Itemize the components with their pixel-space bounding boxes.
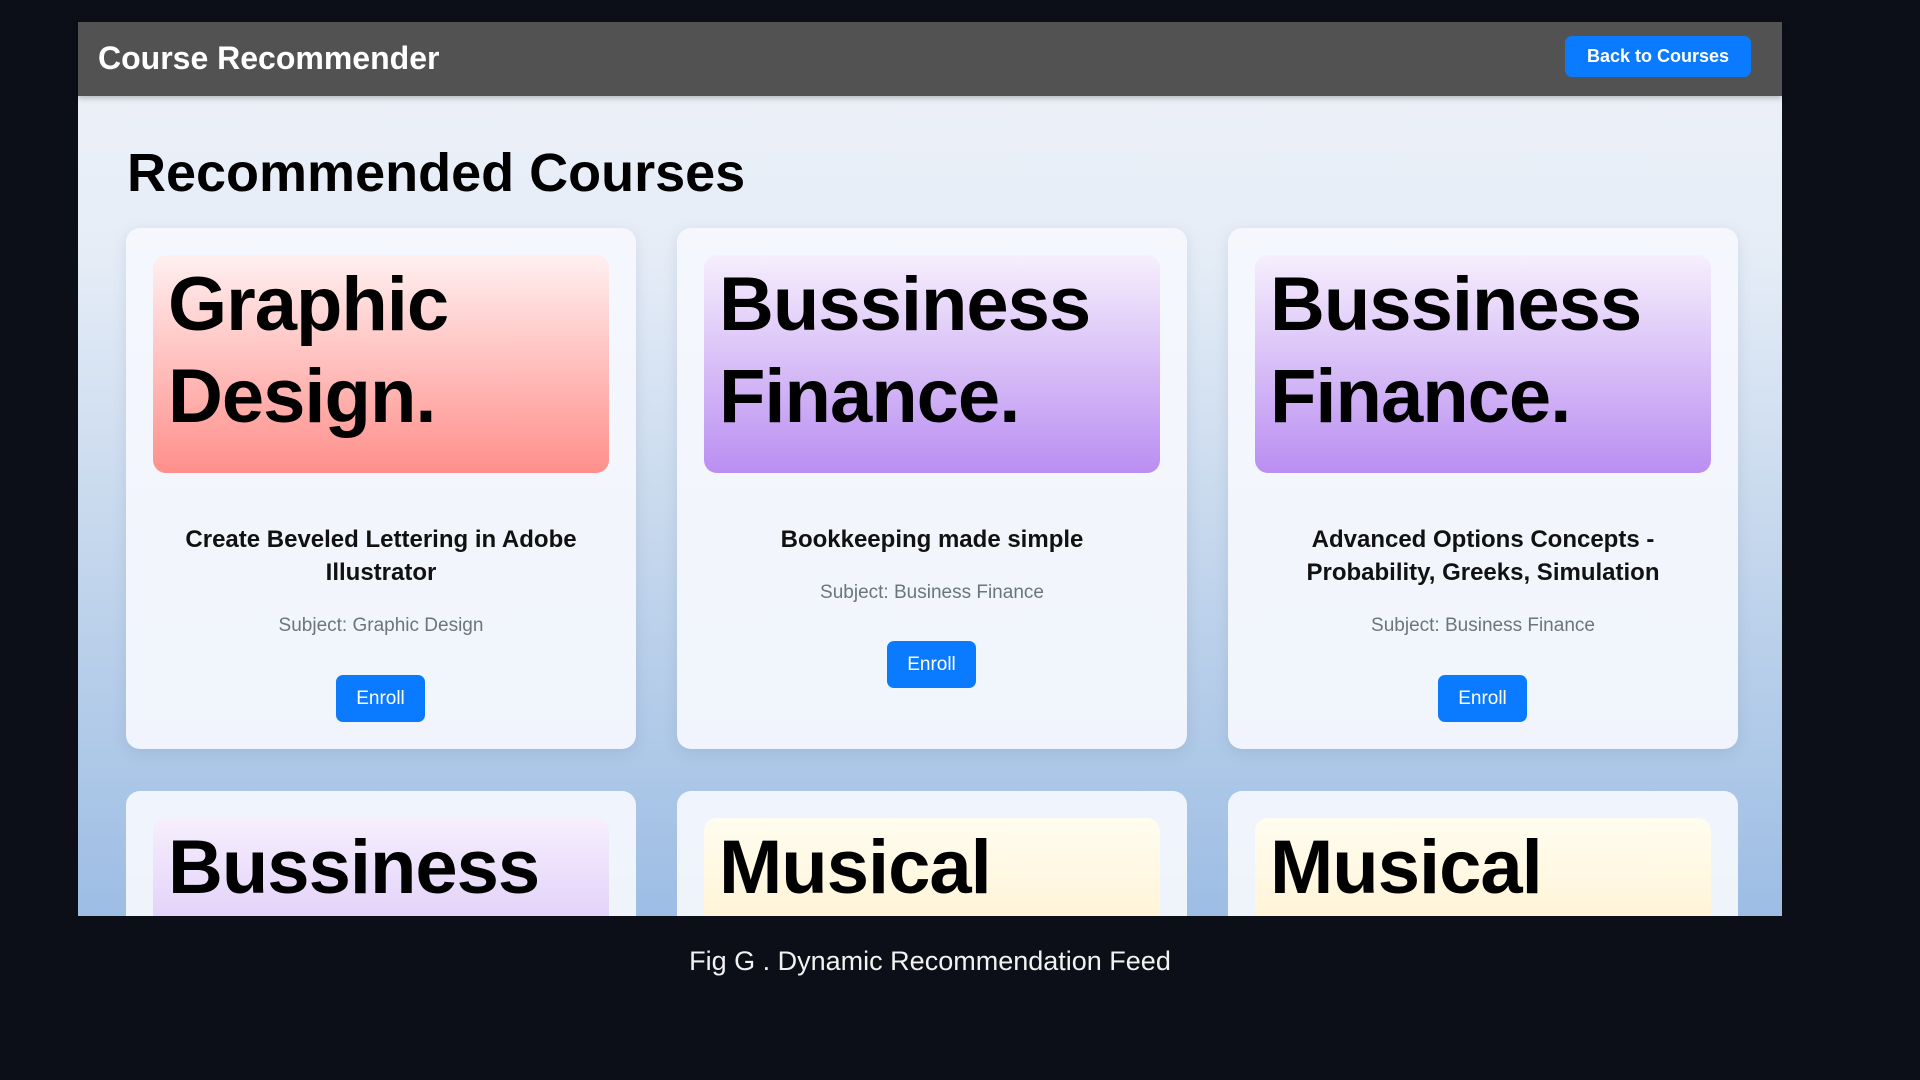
banner-text: Bussiness Finance. <box>1270 262 1642 439</box>
course-subject: Subject: Business Finance <box>1371 615 1595 636</box>
course-title: Bookkeeping made simple <box>780 526 1084 553</box>
course-banner: Musical <box>704 818 1160 916</box>
banner-text: Bussiness <box>168 825 540 910</box>
course-card: Musical <box>677 791 1187 916</box>
course-card: Bussiness <box>126 791 636 916</box>
banner-text: Musical <box>1270 825 1543 910</box>
course-subject: Subject: Business Finance <box>820 582 1044 603</box>
course-card: Bussiness Finance. Advanced Options Conc… <box>1228 228 1738 749</box>
page-title: Recommended Courses <box>127 143 746 203</box>
back-to-courses-button[interactable]: Back to Courses <box>1565 36 1751 77</box>
banner-text: Bussiness Finance. <box>719 262 1091 439</box>
app-window: Course Recommender Back to Courses Recom… <box>78 22 1782 916</box>
course-title: Advanced Options Concepts - Probability,… <box>1306 526 1660 586</box>
course-banner: Bussiness <box>153 818 609 916</box>
banner-text: Graphic Design. <box>168 262 449 439</box>
course-card: Bussiness Finance. Bookkeeping made simp… <box>677 228 1187 749</box>
course-banner: Musical <box>1255 818 1711 916</box>
course-title: Create Beveled Lettering in Adobe Illust… <box>185 526 577 586</box>
top-navbar: Course Recommender Back to Courses <box>78 22 1782 96</box>
enroll-button[interactable]: Enroll <box>1438 675 1527 722</box>
course-banner: Graphic Design. <box>153 255 609 473</box>
enroll-button[interactable]: Enroll <box>887 641 976 688</box>
enroll-button[interactable]: Enroll <box>336 675 425 722</box>
course-card: Graphic Design. Create Beveled Lettering… <box>126 228 636 749</box>
figure-caption: Fig G . Dynamic Recommendation Feed <box>689 946 1171 976</box>
course-banner: Bussiness Finance. <box>704 255 1160 473</box>
course-card: Musical <box>1228 791 1738 916</box>
banner-text: Musical <box>719 825 992 910</box>
app-title: Course Recommender <box>98 40 440 76</box>
course-banner: Bussiness Finance. <box>1255 255 1711 473</box>
course-subject: Subject: Graphic Design <box>278 615 484 636</box>
